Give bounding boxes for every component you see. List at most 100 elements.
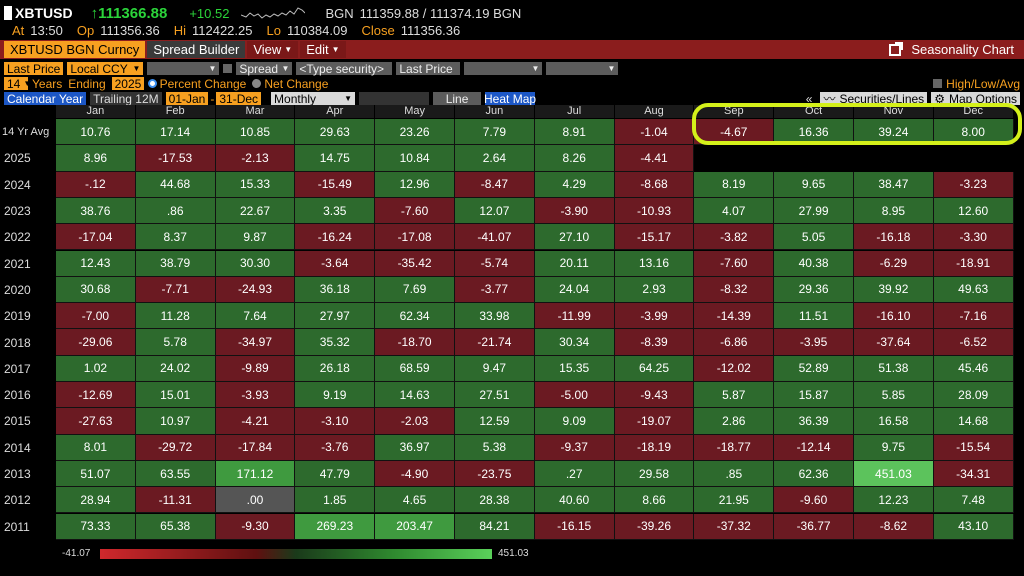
heatmap-cell[interactable]: 7.69: [375, 276, 455, 304]
heatmap-cell[interactable]: -9.43: [614, 382, 695, 409]
heatmap-cell[interactable]: 43.10: [933, 513, 1014, 540]
heatmap-cell[interactable]: 14.68: [933, 408, 1014, 435]
heatmap-cell[interactable]: 11.51: [774, 303, 854, 330]
heatmap-cell[interactable]: 29.36: [774, 276, 854, 304]
high-low-avg-toggle[interactable]: High/Low/Avg: [933, 77, 1020, 91]
field2-select[interactable]: Last Price: [396, 62, 461, 76]
heatmap-cell[interactable]: -18.70: [375, 329, 455, 356]
heatmap-cell[interactable]: 30.34: [534, 329, 615, 356]
heatmap-cell[interactable]: -9.37: [534, 434, 615, 461]
heatmap-cell[interactable]: 9.09: [534, 408, 615, 435]
heatmap-cell[interactable]: 64.25: [614, 355, 695, 382]
heatmap-cell[interactable]: 8.19: [694, 171, 775, 198]
heatmap-cell[interactable]: .86: [135, 197, 216, 225]
heatmap-cell[interactable]: 12.23: [854, 487, 934, 514]
heatmap-cell[interactable]: 15.35: [534, 355, 615, 382]
heatmap-cell[interactable]: 73.33: [56, 513, 136, 540]
heatmap-cell[interactable]: .85: [694, 460, 775, 488]
heatmap-cell[interactable]: 27.51: [455, 382, 535, 409]
heatmap-cell[interactable]: 16.58: [854, 408, 934, 435]
heatmap-cell[interactable]: 8.26: [534, 145, 615, 172]
heatmap-cell[interactable]: -18.19: [614, 434, 695, 461]
collapse-icon[interactable]: «: [806, 92, 813, 106]
heatmap-cell[interactable]: -17.04: [56, 224, 136, 251]
to-date-input[interactable]: 31-Dec: [216, 92, 262, 106]
edit-menu[interactable]: Edit ▼: [300, 41, 346, 58]
heatmap-cell[interactable]: 36.39: [774, 408, 854, 435]
type-security-input[interactable]: <Type security>: [296, 62, 393, 76]
heatmap-cell[interactable]: 39.92: [854, 276, 934, 304]
heatmap-cell[interactable]: -17.08: [375, 224, 455, 251]
heatmap-cell[interactable]: 9.19: [295, 382, 376, 409]
heatmap-cell[interactable]: 5.05: [774, 224, 854, 251]
heatmap-cell[interactable]: 13.16: [614, 250, 695, 277]
heatmap-cell[interactable]: -1.04: [614, 119, 695, 146]
heatmap-cell[interactable]: -19.07: [614, 408, 695, 435]
heatmap-cell[interactable]: 62.36: [774, 460, 854, 488]
heatmap-cell[interactable]: -27.63: [56, 408, 136, 435]
heatmap-cell[interactable]: 47.79: [295, 460, 376, 488]
heatmap-cell[interactable]: -37.32: [694, 513, 775, 540]
heatmap-cell[interactable]: 24.04: [534, 276, 615, 304]
heatmap-cell[interactable]: 38.76: [56, 197, 136, 225]
heatmap-cell[interactable]: -3.77: [455, 276, 535, 304]
heatmap-cell[interactable]: 40.60: [534, 487, 615, 514]
heatmap-cell[interactable]: 33.98: [455, 303, 535, 330]
heatmap-cell[interactable]: -15.54: [933, 434, 1014, 461]
heatmap-cell[interactable]: 23.26: [375, 119, 455, 146]
heatmap-cell[interactable]: -34.97: [215, 329, 296, 356]
seasonality-chart-link[interactable]: Seasonality Chart: [889, 40, 1014, 59]
heatmap-cell[interactable]: -36.77: [774, 513, 854, 540]
heatmap-cell[interactable]: -9.30: [215, 513, 296, 540]
heatmap-cell[interactable]: -5.00: [534, 382, 615, 409]
heatmap-cell[interactable]: -14.39: [694, 303, 775, 330]
heatmap-cell[interactable]: -3.93: [215, 382, 296, 409]
heatmap-cell[interactable]: -3.64: [295, 250, 376, 277]
heatmap-cell[interactable]: 68.59: [375, 355, 455, 382]
heatmap-cell[interactable]: 5.85: [854, 382, 934, 409]
heatmap-cell[interactable]: 15.33: [215, 171, 296, 198]
heatmap-cell[interactable]: -.12: [56, 171, 136, 198]
field-select[interactable]: Last Price: [4, 62, 64, 76]
heatmap-cell[interactable]: -41.07: [455, 224, 535, 251]
heatmap-cell[interactable]: -4.21: [215, 408, 296, 435]
securities-lines-button[interactable]: 〰 Securities/Lines: [820, 92, 928, 106]
blank-select[interactable]: ▼: [147, 62, 220, 75]
heatmap-cell[interactable]: 28.09: [933, 382, 1014, 409]
heatmap-cell[interactable]: 30.68: [56, 276, 136, 304]
heatmap-cell[interactable]: 12.60: [933, 197, 1014, 225]
spread-builder-menu[interactable]: Spread Builder: [147, 41, 246, 58]
heatmap-cell[interactable]: -15.49: [295, 171, 376, 198]
heatmap-cell[interactable]: 27.97: [295, 303, 376, 330]
heatmap-cell[interactable]: -9.89: [215, 355, 296, 382]
line-view-button[interactable]: Line: [433, 92, 482, 106]
heatmap-cell[interactable]: -6.29: [854, 250, 934, 277]
heatmap-cell[interactable]: -29.06: [56, 329, 136, 356]
trailing-12m-tab[interactable]: Trailing 12M: [90, 92, 162, 106]
heatmap-cell[interactable]: 4.65: [375, 487, 455, 514]
heatmap-cell[interactable]: -16.15: [534, 513, 615, 540]
heatmap-cell[interactable]: 84.21: [455, 513, 535, 540]
heatmap-cell[interactable]: -16.24: [295, 224, 376, 251]
heatmap-cell[interactable]: 29.58: [614, 460, 695, 488]
ticker-symbol[interactable]: XBTUSD: [15, 5, 73, 21]
heatmap-cell[interactable]: -39.26: [614, 513, 695, 540]
heatmap-cell[interactable]: 8.95: [854, 197, 934, 225]
heatmap-cell[interactable]: 8.66: [614, 487, 695, 514]
heatmap-cell[interactable]: 203.47: [375, 513, 455, 540]
heatmap-cell[interactable]: 44.68: [135, 171, 216, 198]
heatmap-cell[interactable]: 8.91: [534, 119, 615, 146]
heatmap-cell[interactable]: 171.12: [215, 460, 296, 488]
heatmap-cell[interactable]: 51.38: [854, 355, 934, 382]
heatmap-cell[interactable]: -7.71: [135, 276, 216, 304]
heatmap-cell[interactable]: 4.07: [694, 197, 775, 225]
heatmap-cell[interactable]: -17.84: [215, 434, 296, 461]
heatmap-cell[interactable]: 45.46: [933, 355, 1014, 382]
heatmap-cell[interactable]: 3.35: [295, 197, 376, 225]
heatmap-cell[interactable]: -16.18: [854, 224, 934, 251]
heatmap-cell[interactable]: 24.02: [135, 355, 216, 382]
heatmap-cell[interactable]: 27.10: [534, 224, 615, 251]
heatmap-cell[interactable]: -4.41: [614, 145, 695, 172]
heatmap-cell[interactable]: 27.99: [774, 197, 854, 225]
periodicity-select[interactable]: Monthly ▼: [271, 92, 356, 106]
